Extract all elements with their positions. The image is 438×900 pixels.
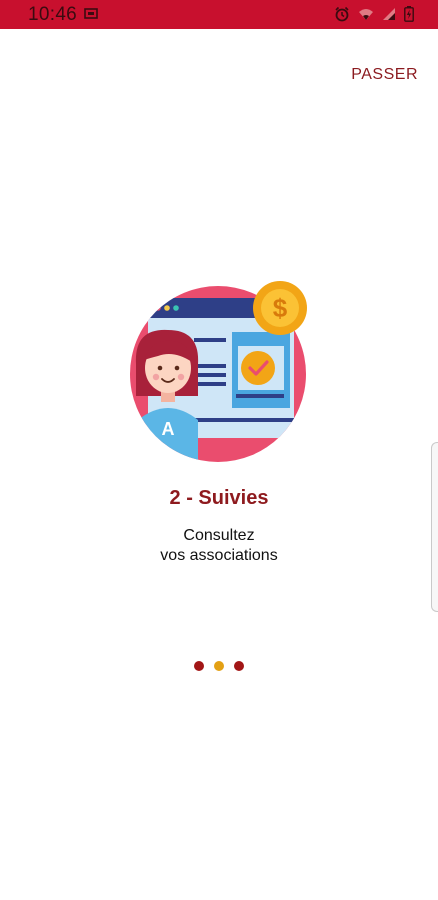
- onboarding-illustration: A $: [128, 278, 312, 464]
- page-indicator: [0, 661, 438, 671]
- page-dot-1[interactable]: [194, 661, 204, 671]
- description-line-2: vos associations: [160, 547, 278, 564]
- shirt-letter: A: [162, 419, 175, 439]
- status-time: 10:46: [28, 4, 78, 25]
- coin-symbol: $: [273, 293, 288, 323]
- slide-description: Consultez vos associations: [0, 526, 438, 566]
- wifi-icon: [358, 7, 374, 21]
- screen-icon: [84, 7, 98, 25]
- battery-charging-icon: [404, 6, 414, 22]
- page-dot-2[interactable]: [214, 661, 224, 671]
- description-line-1: Consultez: [183, 527, 255, 544]
- alarm-icon: [334, 6, 350, 22]
- signal-icon: [382, 7, 396, 21]
- status-bar: 10:46: [0, 0, 438, 29]
- page-dot-3[interactable]: [234, 661, 244, 671]
- status-icons: [334, 6, 414, 22]
- edge-panel-handle[interactable]: [431, 442, 438, 612]
- skip-button[interactable]: PASSER: [351, 66, 418, 84]
- slide-title: 2 - Suivies: [169, 487, 269, 509]
